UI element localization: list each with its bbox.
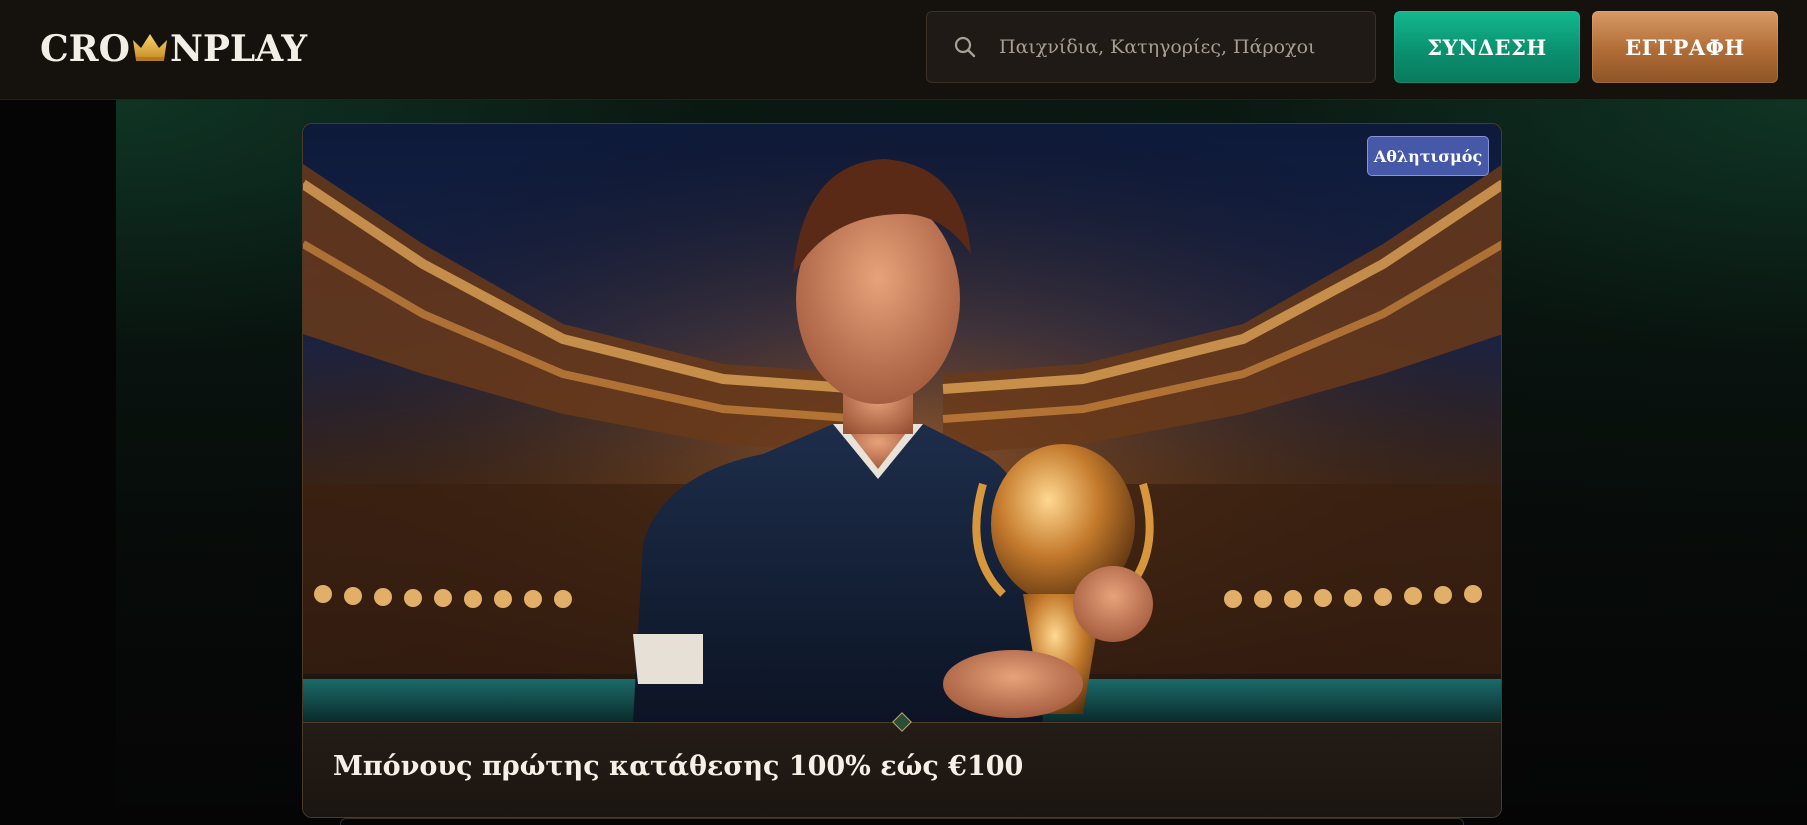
site-header: CRO NPLAY ΣΥΝΔΕΣΗ ΕΓΓΡΑΦΗ (0, 0, 1807, 100)
logo-text-right: NPLAY (169, 28, 308, 70)
signup-button[interactable]: ΕΓΓΡΑΦΗ (1592, 11, 1778, 83)
search-box[interactable] (926, 11, 1376, 83)
next-card-edge (340, 818, 1464, 825)
promo-card[interactable]: Αθλητισμός Μπόνους πρώτης κατάθεσης 100%… (302, 123, 1502, 818)
promo-hero-image (303, 124, 1501, 722)
crown-icon (132, 34, 167, 61)
search-icon (954, 36, 976, 58)
search-input[interactable] (999, 36, 1349, 58)
promo-title: Μπόνους πρώτης κατάθεσης 100% εώς €100 (333, 751, 1024, 782)
login-button[interactable]: ΣΥΝΔΕΣΗ (1394, 11, 1580, 83)
category-badge[interactable]: Αθλητισμός (1367, 136, 1489, 176)
crownplay-logo[interactable]: CRO NPLAY (40, 28, 307, 70)
logo-text-left: CRO (40, 28, 130, 70)
promo-caption: Μπόνους πρώτης κατάθεσης 100% εώς €100 (303, 712, 1501, 817)
